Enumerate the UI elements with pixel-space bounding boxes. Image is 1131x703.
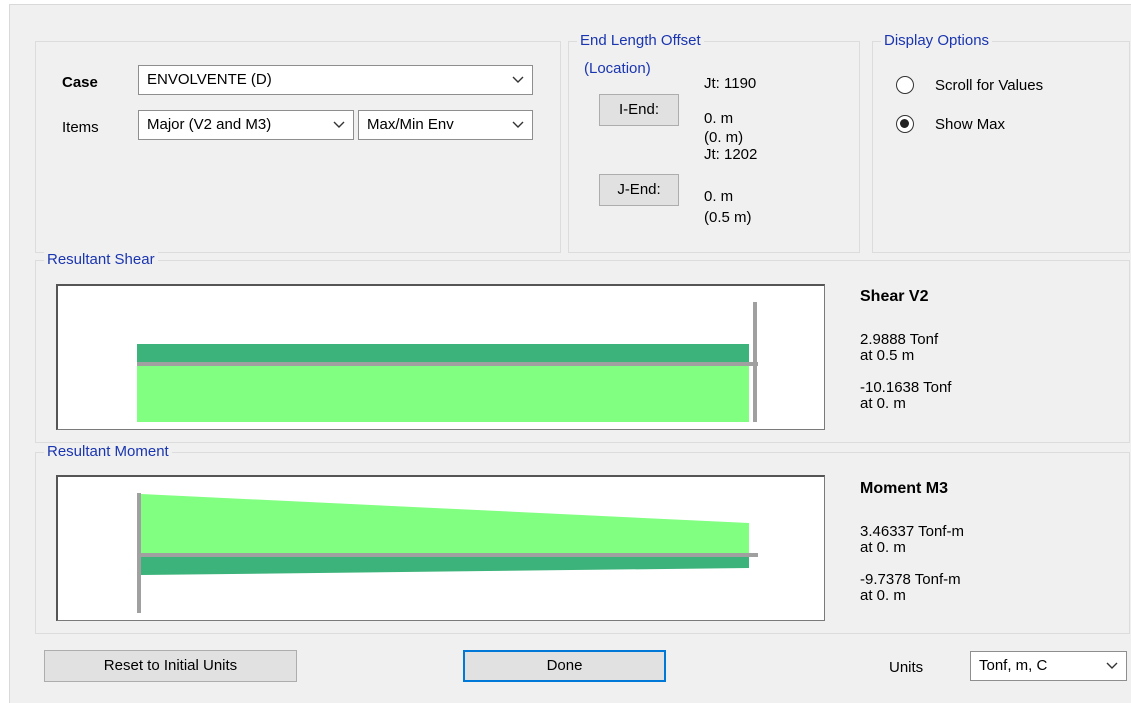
display-options-title: Display Options	[881, 32, 993, 50]
done-button-label: Done	[546, 657, 583, 674]
units-select-value: Tonf, m, C	[979, 657, 1048, 674]
shear-max-location: at 0.5 m	[860, 347, 915, 364]
radio-selected-dot	[900, 119, 909, 128]
shear-max-value: 2.9888 Tonf	[860, 331, 939, 348]
moment-positive-region	[141, 494, 749, 555]
show-max-radio[interactable]	[896, 115, 914, 133]
j-end-offset: 0. m	[704, 188, 734, 205]
items-component-value: Major (V2 and M3)	[147, 116, 272, 133]
moment-diagram-svg	[137, 493, 758, 613]
items-component-select[interactable]: Major (V2 and M3)	[138, 110, 354, 140]
moment-max-location: at 0. m	[860, 539, 906, 556]
i-end-joint: Jt: 1190	[704, 75, 757, 92]
reset-units-button-label: Reset to Initial Units	[103, 657, 238, 674]
scroll-for-values-radio[interactable]	[896, 76, 914, 94]
moment-heading: Moment M3	[860, 480, 948, 497]
i-end-location: (0. m)	[704, 129, 744, 146]
items-envelope-value: Max/Min Env	[367, 116, 454, 133]
shear-heading: Shear V2	[860, 288, 929, 305]
i-end-button-label: I-End:	[618, 101, 660, 118]
units-select[interactable]: Tonf, m, C	[970, 651, 1127, 681]
chevron-down-icon	[333, 121, 345, 128]
j-end-joint: Jt: 1202	[704, 146, 758, 163]
j-end-button-label: J-End:	[617, 181, 661, 198]
display-options-group: Display Options	[872, 32, 1130, 253]
case-select[interactable]: ENVOLVENTE (D)	[138, 65, 533, 95]
j-end-location: (0.5 m)	[704, 209, 752, 226]
end-length-offset-title: End Length Offset	[577, 32, 704, 50]
frame-forces-dialog: Case ENVOLVENTE (D) Items Major (V2 and …	[9, 4, 1131, 703]
resultant-moment-title: Resultant Moment	[44, 443, 172, 461]
resultant-shear-title: Resultant Shear	[44, 251, 158, 269]
moment-min-value: -9.7378 Tonf-m	[860, 571, 961, 588]
items-label: Items	[62, 119, 99, 136]
case-label: Case	[62, 74, 98, 91]
moment-min-location: at 0. m	[860, 587, 906, 604]
units-label: Units	[889, 659, 924, 676]
done-button[interactable]: Done	[463, 650, 666, 682]
shear-positive-region	[137, 344, 749, 363]
case-select-value: ENVOLVENTE (D)	[147, 71, 272, 88]
i-end-offset: 0. m	[704, 110, 734, 127]
chevron-down-icon	[512, 121, 524, 128]
j-end-button[interactable]: J-End:	[599, 174, 679, 206]
i-end-button[interactable]: I-End:	[599, 94, 679, 126]
shear-min-value: -10.1638 Tonf	[860, 379, 952, 396]
show-max-label[interactable]: Show Max	[935, 116, 1005, 133]
chevron-down-icon	[512, 76, 524, 83]
moment-max-value: 3.46337 Tonf-m	[860, 523, 964, 540]
chevron-down-icon	[1106, 662, 1118, 669]
shear-diagram	[56, 284, 825, 430]
scroll-for-values-label[interactable]: Scroll for Values	[935, 77, 1043, 94]
shear-negative-region	[137, 365, 749, 422]
reset-units-button[interactable]: Reset to Initial Units	[44, 650, 297, 682]
shear-diagram-svg	[137, 302, 758, 422]
moment-negative-region	[141, 555, 749, 575]
end-length-offset-subtitle: (Location)	[584, 60, 651, 77]
items-envelope-select[interactable]: Max/Min Env	[358, 110, 533, 140]
moment-diagram	[56, 475, 825, 621]
shear-min-location: at 0. m	[860, 395, 906, 412]
